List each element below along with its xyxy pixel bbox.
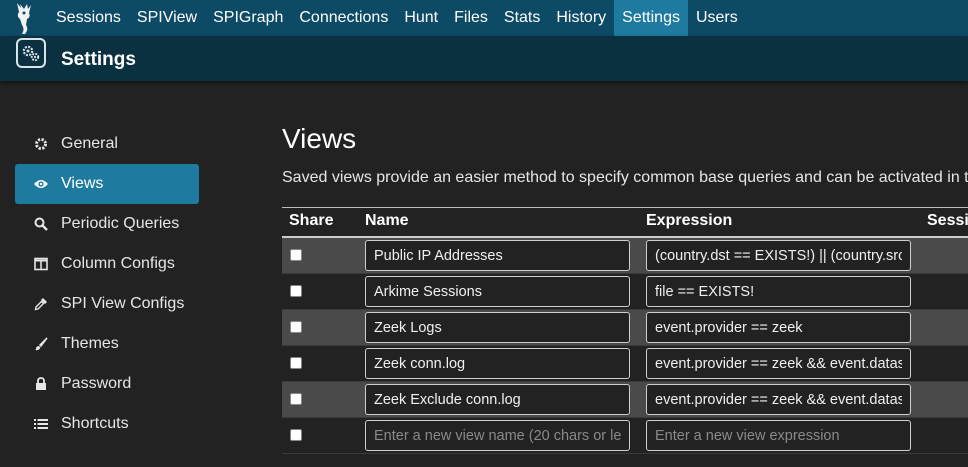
nav-item-stats[interactable]: Stats xyxy=(496,0,548,36)
sidebar-item-views[interactable]: Views xyxy=(15,164,199,204)
eye-icon xyxy=(33,176,49,192)
sidebar-item-label: General xyxy=(61,135,118,152)
new-view-row xyxy=(282,418,968,454)
table-row xyxy=(282,310,968,346)
gear-icon xyxy=(33,136,49,152)
nav-item-hunt[interactable]: Hunt xyxy=(396,0,446,36)
column-header-sessions[interactable]: Sessi xyxy=(927,212,968,230)
nav-item-files[interactable]: Files xyxy=(446,0,496,36)
sidebar-item-label: Password xyxy=(61,375,132,392)
column-header-name[interactable]: Name xyxy=(365,212,409,230)
share-checkbox[interactable] xyxy=(290,285,302,297)
table-row xyxy=(282,346,968,382)
new-view-expression-input[interactable] xyxy=(646,420,911,451)
section-title: Views xyxy=(282,123,357,154)
column-header-share[interactable]: Share xyxy=(289,212,333,230)
nav-item-spigraph[interactable]: SPIGraph xyxy=(205,0,291,36)
share-checkbox[interactable] xyxy=(290,357,302,369)
arkime-logo[interactable] xyxy=(0,0,48,36)
view-name-input[interactable] xyxy=(365,312,630,343)
sidebar-item-periodic-queries[interactable]: Periodic Queries xyxy=(15,204,199,244)
search-icon xyxy=(33,216,49,232)
paintbrush-icon xyxy=(33,336,49,352)
nav-item-spiview[interactable]: SPIView xyxy=(129,0,205,36)
share-checkbox[interactable] xyxy=(290,321,302,333)
nav-item-connections[interactable]: Connections xyxy=(291,0,396,36)
view-expression-input[interactable] xyxy=(646,276,911,307)
view-expression-input[interactable] xyxy=(646,384,911,415)
section-description: Saved views provide an easier method to … xyxy=(282,169,968,186)
view-name-input[interactable] xyxy=(365,276,630,307)
list-icon xyxy=(33,416,49,432)
sidebar-item-themes[interactable]: Themes xyxy=(15,324,199,364)
view-expression-input[interactable] xyxy=(646,312,911,343)
view-expression-input[interactable] xyxy=(646,348,911,379)
nav-item-history[interactable]: History xyxy=(548,0,614,36)
sidebar-item-label: Shortcuts xyxy=(61,415,129,432)
settings-gears-icon xyxy=(16,38,46,68)
page-title: Settings xyxy=(61,49,136,70)
views-table: Share Name Expression Sessi xyxy=(282,207,968,454)
columns-icon xyxy=(33,256,49,272)
settings-sidebar: General Views Periodic Queries Column Co… xyxy=(15,124,199,444)
lock-icon xyxy=(33,376,49,392)
view-name-input[interactable] xyxy=(365,348,630,379)
sidebar-item-spi-view-configs[interactable]: SPI View Configs xyxy=(15,284,199,324)
table-row xyxy=(282,238,968,274)
settings-header: Settings xyxy=(0,36,968,81)
sidebar-item-label: Periodic Queries xyxy=(61,215,180,232)
table-header: Share Name Expression Sessi xyxy=(282,208,968,238)
view-expression-input[interactable] xyxy=(646,240,911,271)
nav-item-users[interactable]: Users xyxy=(688,0,746,36)
column-header-expression[interactable]: Expression xyxy=(646,212,732,230)
view-name-input[interactable] xyxy=(365,240,630,271)
sidebar-item-label: Themes xyxy=(61,335,119,352)
nav-item-sessions[interactable]: Sessions xyxy=(48,0,129,36)
sidebar-item-label: Views xyxy=(61,175,104,192)
sidebar-item-shortcuts[interactable]: Shortcuts xyxy=(15,404,199,444)
nav-item-settings[interactable]: Settings xyxy=(614,0,688,36)
new-view-name-input[interactable] xyxy=(365,420,630,451)
table-row xyxy=(282,382,968,418)
sidebar-item-label: SPI View Configs xyxy=(61,295,185,312)
top-navbar: Sessions SPIView SPIGraph Connections Hunt Fi… xyxy=(0,0,968,36)
eyedropper-icon xyxy=(33,296,49,312)
share-checkbox[interactable] xyxy=(290,393,302,405)
sidebar-item-label: Column Configs xyxy=(61,255,175,272)
sidebar-item-password[interactable]: Password xyxy=(15,364,199,404)
share-checkbox[interactable] xyxy=(290,249,302,261)
sidebar-item-general[interactable]: General xyxy=(15,124,199,164)
sidebar-item-column-configs[interactable]: Column Configs xyxy=(15,244,199,284)
table-row xyxy=(282,274,968,310)
view-name-input[interactable] xyxy=(365,384,630,415)
share-checkbox[interactable] xyxy=(290,429,302,441)
